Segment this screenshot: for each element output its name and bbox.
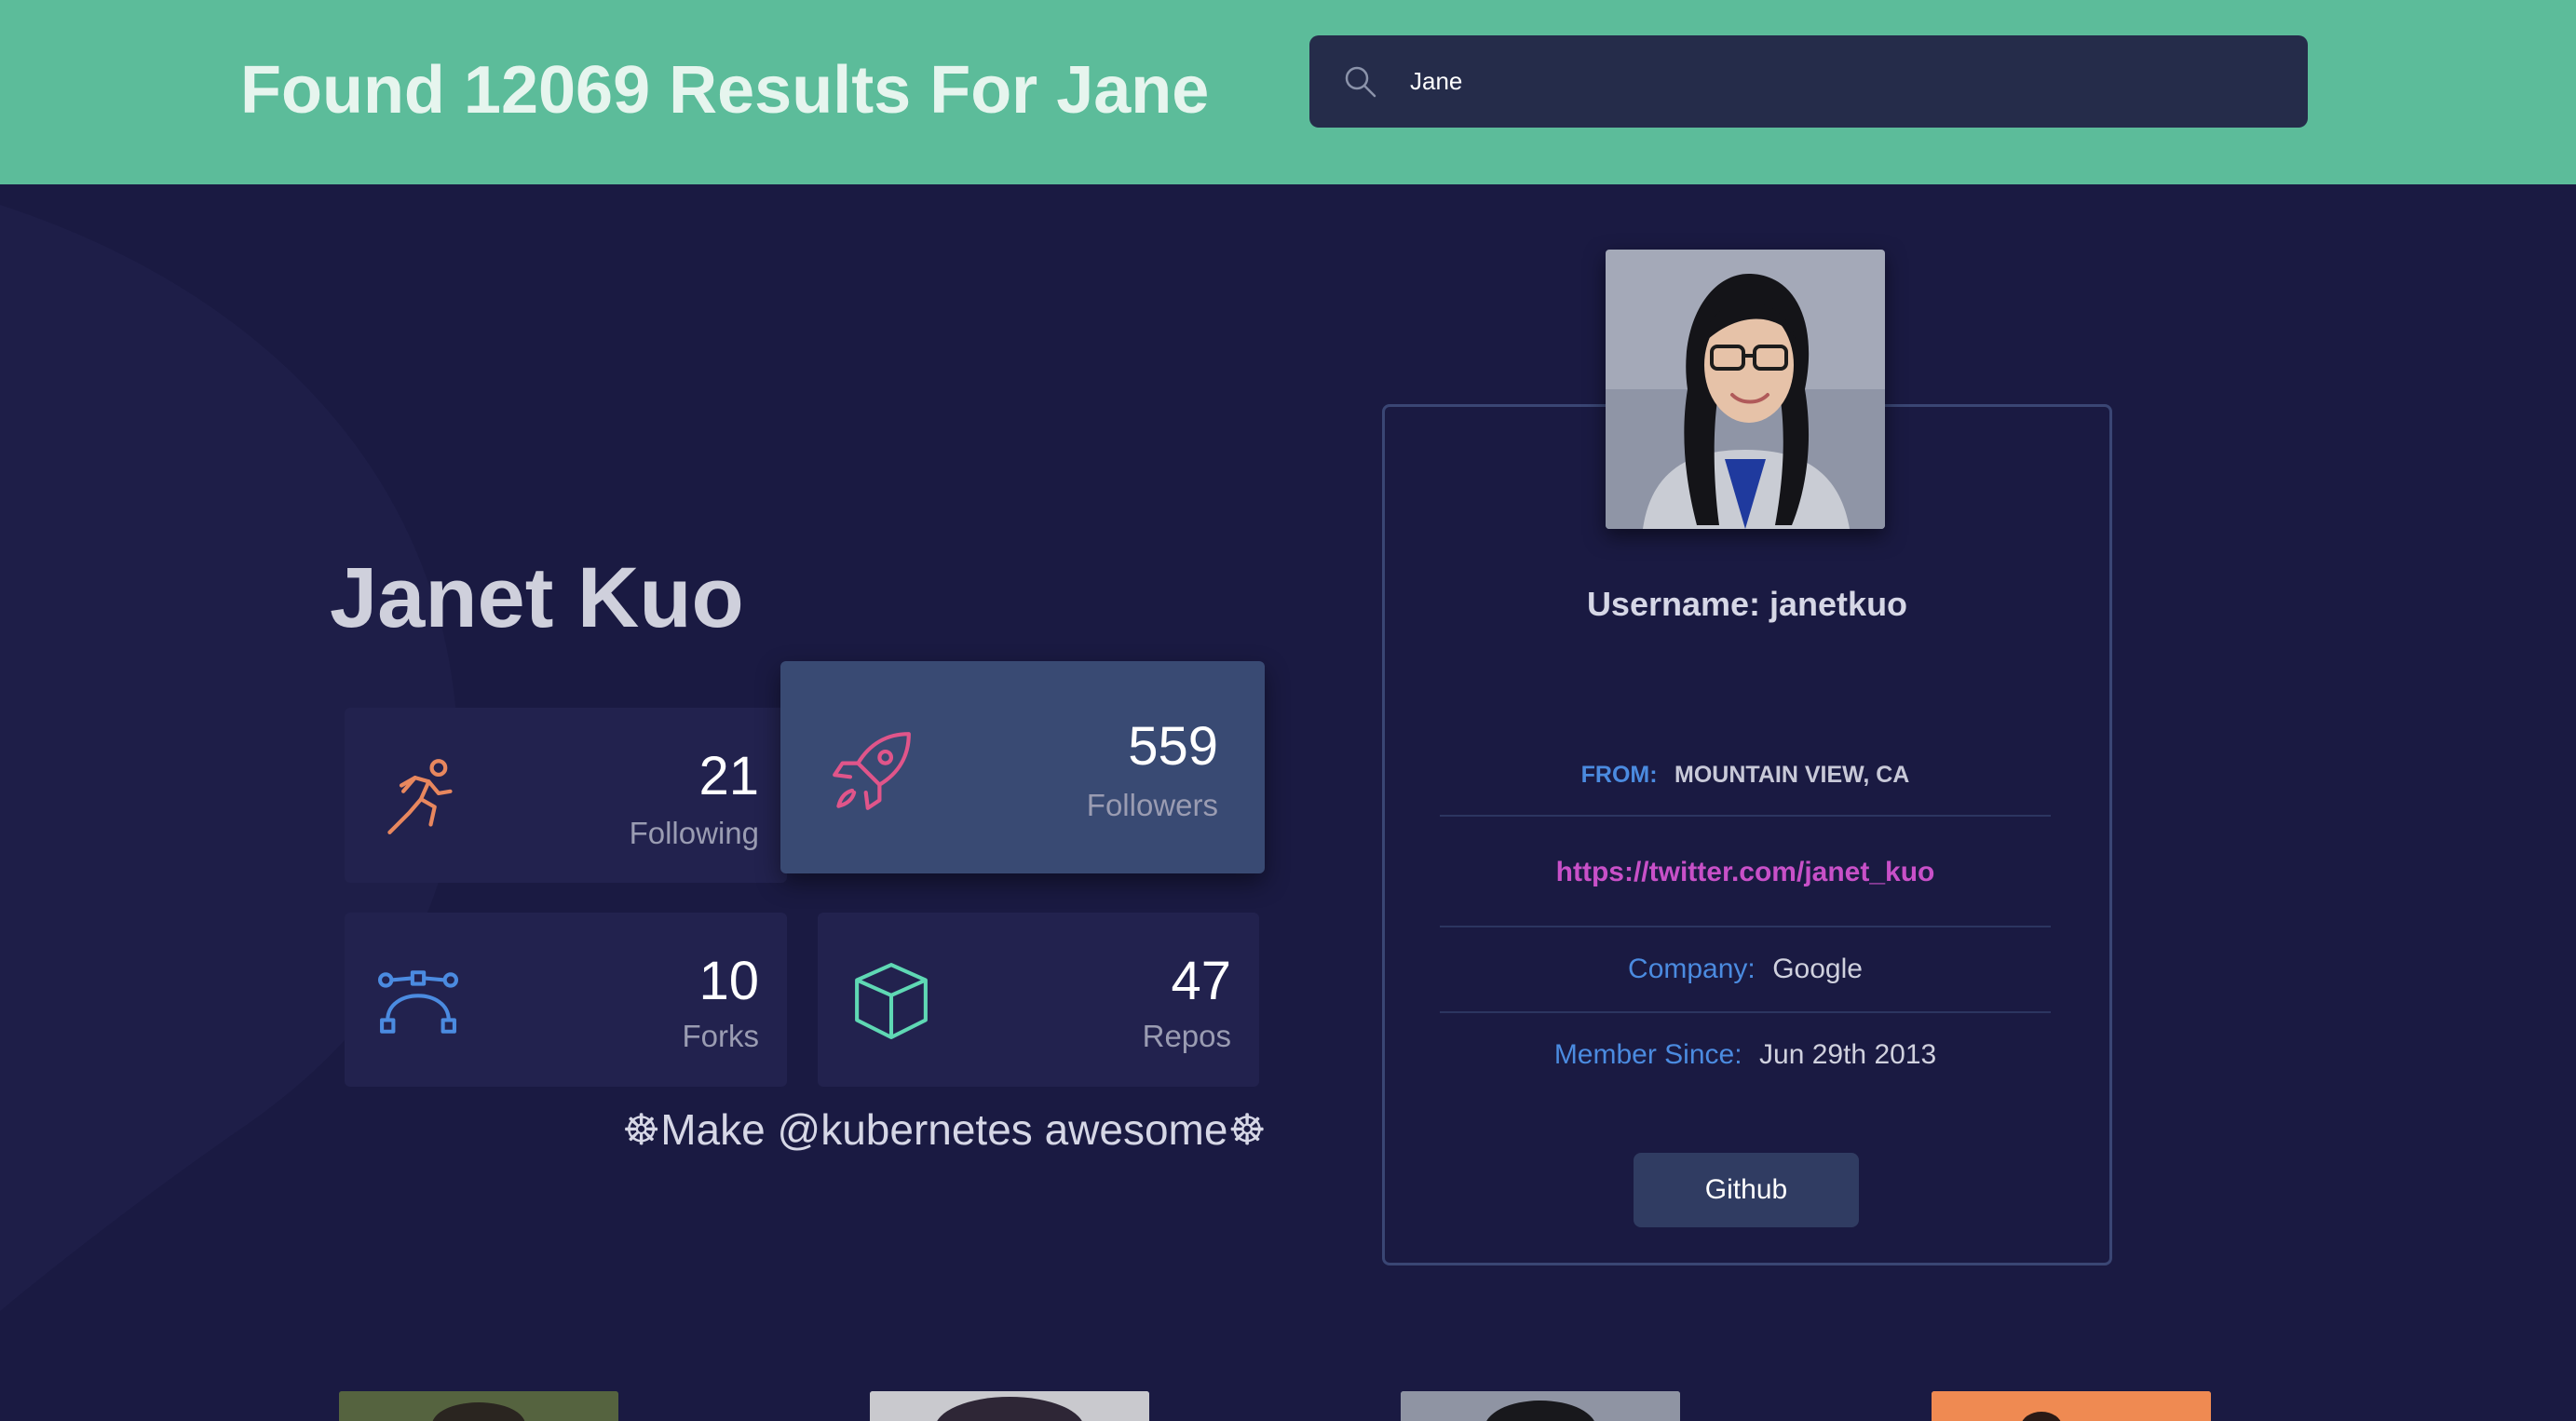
divider xyxy=(1440,815,2051,817)
result-thumbnail[interactable] xyxy=(870,1391,1149,1421)
profile-name: Janet Kuo xyxy=(330,550,744,645)
member-since-row: Member Since: Jun 29th 2013 xyxy=(1440,1039,2051,1071)
forks-count: 10 xyxy=(698,951,759,1011)
search-icon[interactable] xyxy=(1343,64,1378,100)
repos-label: Repos xyxy=(1142,1019,1231,1053)
profile-card xyxy=(1382,404,2112,1265)
stat-card-followers: 559 Followers xyxy=(780,661,1265,873)
followers-label: Followers xyxy=(1086,788,1218,822)
profile-username: Username: janetkuo xyxy=(1586,585,1908,623)
box-icon xyxy=(855,963,928,1039)
result-thumbnail[interactable] xyxy=(1932,1391,2211,1421)
twitter-link[interactable]: https://twitter.com/janet_kuo xyxy=(1556,857,1935,887)
github-button[interactable]: Github xyxy=(1634,1153,1859,1227)
company-row: Company: Google xyxy=(1440,954,2051,985)
stat-card-following: 21 Following xyxy=(345,708,787,883)
stat-card-repos: 47 Repos xyxy=(818,913,1259,1087)
bezier-curve-icon xyxy=(378,970,458,1034)
avatar-portrait xyxy=(1606,250,1885,529)
divider xyxy=(1440,1011,2051,1013)
search-input[interactable] xyxy=(1410,35,2248,128)
result-thumbnail-image xyxy=(1932,1391,2211,1421)
followers-count: 559 xyxy=(1128,716,1218,777)
divider xyxy=(1440,926,2051,927)
location-label: FROM: xyxy=(1580,762,1658,788)
search-box[interactable] xyxy=(1309,35,2308,128)
following-count: 21 xyxy=(698,746,759,806)
header-bar: Found 12069 Results For Jane xyxy=(0,0,2576,184)
result-thumbnail-image xyxy=(870,1391,1149,1421)
company-label: Company: xyxy=(1628,954,1756,984)
member-since-label: Member Since: xyxy=(1553,1039,1742,1070)
result-thumbnail-image xyxy=(339,1391,618,1421)
location-value: MOUNTAIN VIEW, CA xyxy=(1674,762,1910,788)
rocket-icon xyxy=(833,732,911,810)
results-title: Found 12069 Results For Jane xyxy=(240,53,1210,128)
avatar xyxy=(1606,250,1885,529)
result-thumbnail-image xyxy=(1401,1391,1680,1421)
result-thumbnail[interactable] xyxy=(1401,1391,1680,1421)
twitter-row: https://twitter.com/janet_kuo xyxy=(1440,857,2051,888)
forks-label: Forks xyxy=(682,1019,760,1053)
following-label: Following xyxy=(629,816,759,850)
profile-bio: ☸Make @kubernetes awesome☸ xyxy=(622,1105,1267,1154)
result-thumbnail[interactable] xyxy=(339,1391,618,1421)
repos-count: 47 xyxy=(1171,951,1231,1011)
stat-card-forks: 10 Forks xyxy=(345,913,787,1087)
company-value: Google xyxy=(1772,954,1863,984)
member-since-value: Jun 29th 2013 xyxy=(1759,1039,1937,1070)
runner-icon xyxy=(387,759,453,834)
location-row: FROM: MOUNTAIN VIEW, CA xyxy=(1440,762,2051,789)
